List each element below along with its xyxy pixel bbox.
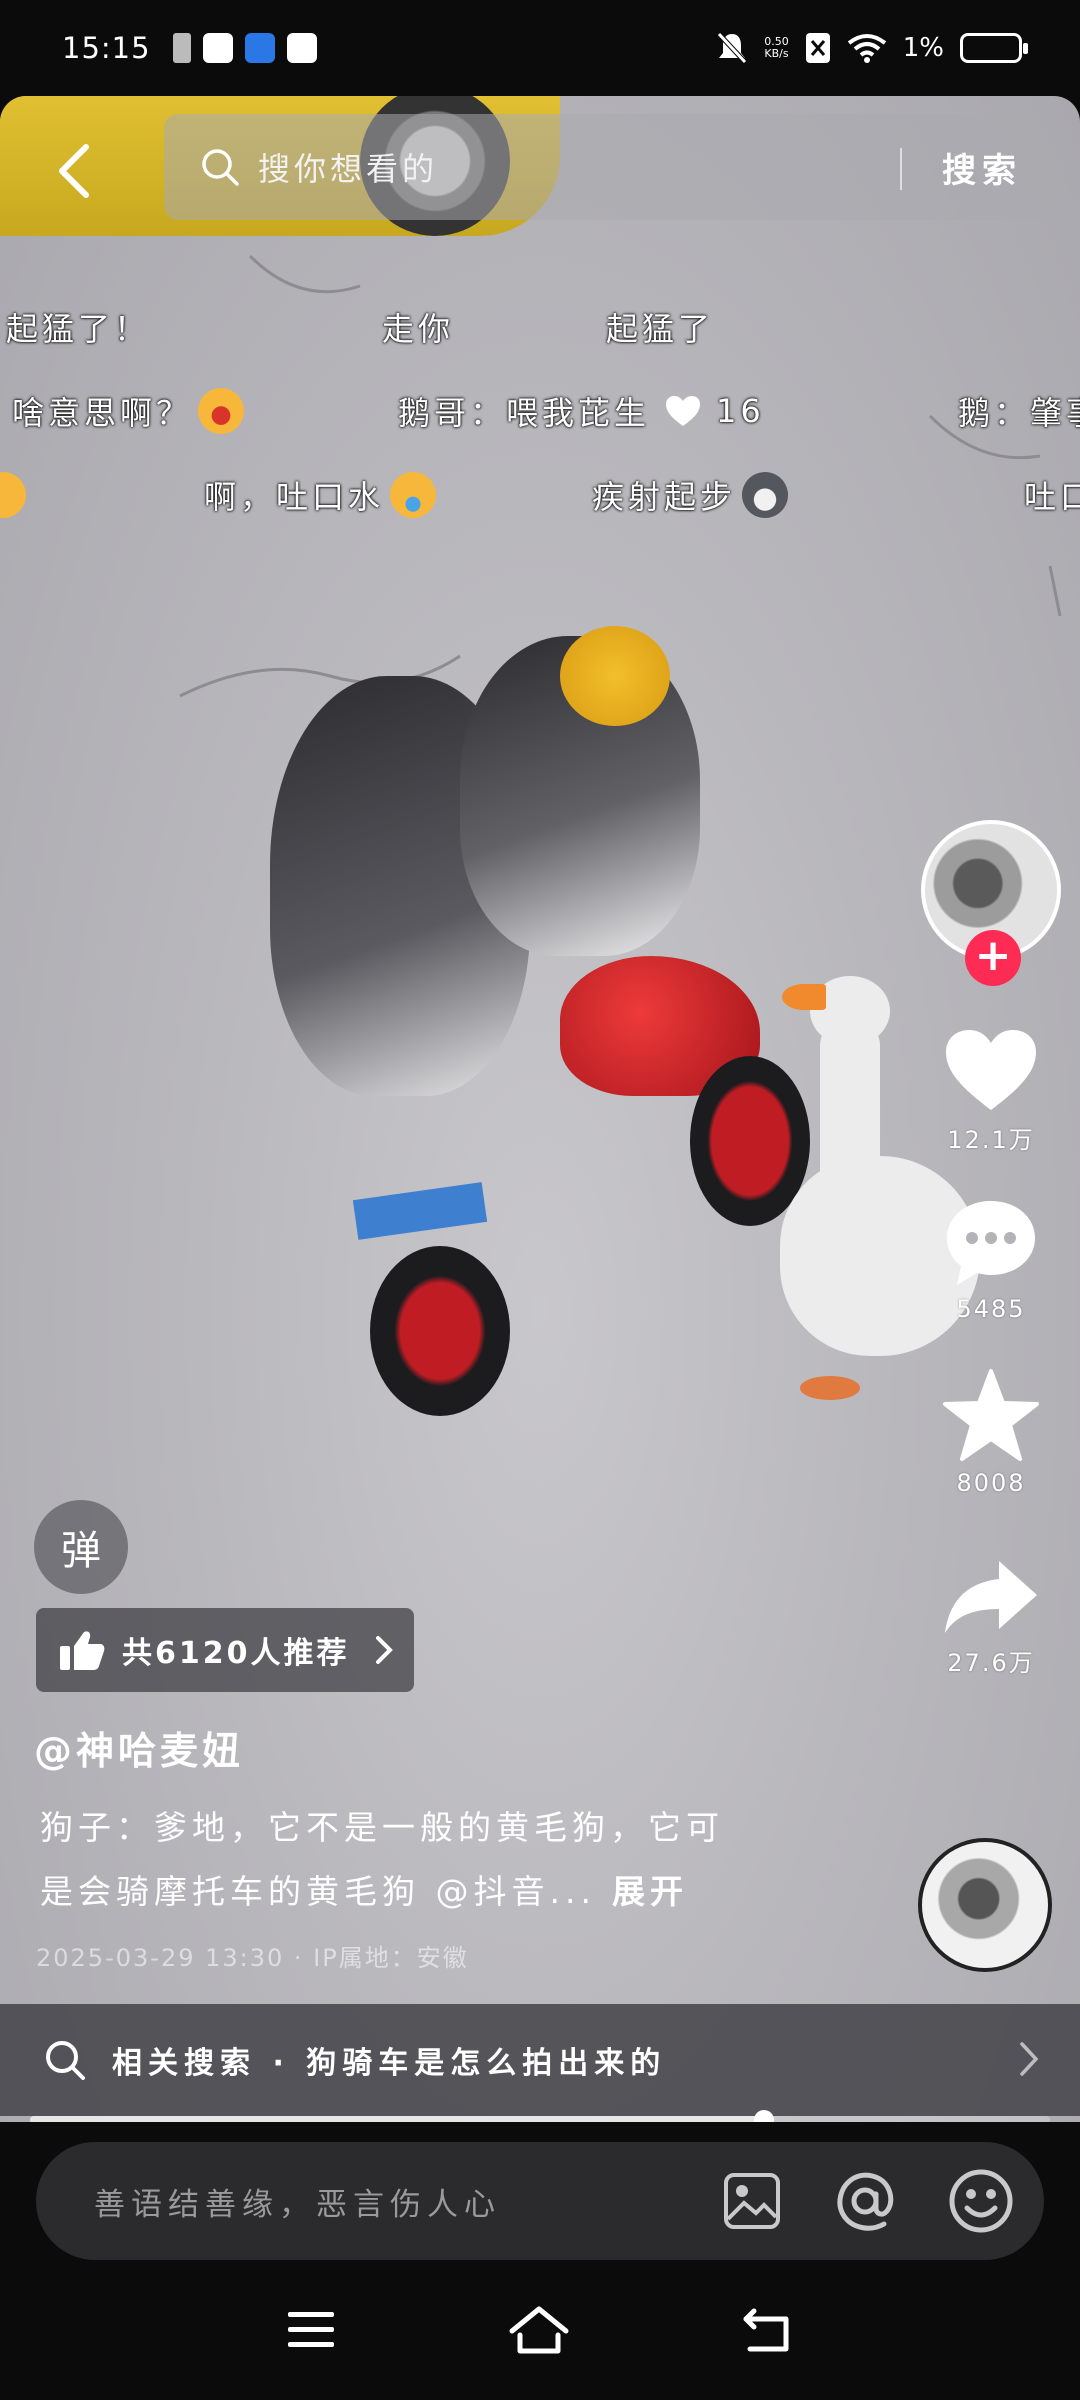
back-icon [59,144,89,198]
action-rail: + 12.1万 5485 8008 27.6万 [916,820,1066,1678]
battery-percent: 1% [902,33,944,63]
notification-icons [172,33,317,63]
danmaku-toggle-label: 弹 [61,1528,101,1574]
battery-icon [960,33,1028,63]
danmaku-item: 鹅：肇事 [958,388,1080,434]
danmaku-item: 吐口 [1024,472,1080,518]
comment-placeholder: 善语结善缘，恶言伤人心 [94,2186,501,2223]
status-time: 15:15 [62,31,151,65]
heart-icon [666,396,701,426]
favorite-count: 8008 [956,1469,1026,1497]
thumb-up-icon [60,1631,105,1670]
search-icon [46,2041,85,2080]
chevron-right-icon [1020,2042,1039,2076]
comment-tools [722,2142,1014,2260]
emoji-icon[interactable] [948,2168,1014,2234]
danmaku-item: 走你 [382,304,454,350]
search-divider [900,148,902,190]
danmaku-text: 疾射起步 [592,478,737,516]
menu-icon[interactable] [286,2310,336,2350]
like-count: 12.1万 [947,1126,1035,1154]
danmaku-text: 啥意思啊？ [12,394,193,432]
message-icon [286,33,317,63]
video-app-icon [202,33,233,63]
danmaku-item: 起猛了 [606,304,714,350]
heart-icon [946,1030,1036,1110]
emoji-icon [0,472,26,518]
search-placeholder: 搜你想看的 [258,150,439,188]
net-speed-unit: KB/s [764,47,789,60]
search-input[interactable]: 搜你想看的 搜索 [164,114,1060,220]
danmaku-item: 起猛了！ [6,304,150,350]
share-icon [945,1561,1037,1633]
wig [560,626,670,726]
recommend-pill[interactable]: 共6120人推荐 [36,1608,414,1692]
share-button[interactable]: 27.6万 [941,1557,1041,1678]
comment-button[interactable]: 5485 [943,1197,1039,1323]
comment-icon [947,1201,1035,1285]
chevron-right-icon [376,1636,393,1664]
wifi-icon [847,34,886,63]
comment-input[interactable]: 善语结善缘，恶言伤人心 [36,2142,1044,2260]
goose-beak [782,984,826,1010]
danmaku-item: 疾射起步 [592,472,789,518]
husky-emoji-icon [742,472,789,518]
like-button[interactable]: 12.1万 [942,1026,1040,1155]
description-line: 是会骑摩托车的黄毛狗 @抖音... 展开 [40,1860,800,1924]
star-icon [943,1369,1039,1461]
danmaku-item: 啊，吐口水 [204,472,437,518]
status-right: 0.50 KB/s 1% [716,31,1028,65]
danmaku-item: 啥意思啊？ [12,388,245,434]
danmaku-text: 起猛了 [606,310,715,348]
related-search-text: 相关搜索 · 狗骑车是怎么拍出来的 [112,2046,667,2081]
back-nav-icon[interactable] [742,2307,794,2353]
search-icon [202,149,239,186]
video-description: 狗子：爹地，它不是一般的黄毛狗，它可 是会骑摩托车的黄毛狗 @抖音... 展开 [40,1796,800,1924]
related-search-bar[interactable]: 相关搜索 · 狗骑车是怎么拍出来的 [0,2004,1080,2116]
at-icon[interactable] [832,2168,898,2234]
author-name[interactable]: @神哈麦妞 [34,1720,244,1775]
crying-laugh-emoji-icon [390,472,437,518]
description-line: 狗子：爹地，它不是一般的黄毛狗，它可 [40,1808,724,1847]
motorcycle-scene [260,616,820,1416]
danmaku-text: 鹅哥：喂我芘生 [398,394,651,432]
mute-icon [717,32,748,64]
blue-seat [352,1182,488,1240]
status-bar: 15:15 0.50 KB/s 1% [0,0,1080,96]
share-count: 27.6万 [947,1649,1035,1677]
video-player[interactable]: 搜你想看的 搜索 起猛了！ 走你 起猛了 啥意思啊？ 鹅哥：喂我芘生 16 鹅：… [0,96,1080,2122]
image-icon[interactable] [722,2171,782,2231]
rear-wheel [370,1246,510,1416]
back-button[interactable] [24,121,124,221]
video-progress-bar[interactable] [30,2110,1050,2122]
expand-button[interactable]: 展开 [612,1872,688,1911]
description-line-text: 是会骑摩托车的黄毛狗 @抖音... [40,1872,596,1911]
system-nav-bar [0,2260,1080,2400]
laughing-emoji-icon [198,388,245,434]
danmaku-text: 鹅：肇事 [958,394,1080,432]
danmaku-text: 啊，吐口水 [204,478,385,516]
danmaku-item: 鹅哥：喂我芘生 16 [398,388,765,434]
danmaku-text: 走你 [382,310,455,348]
author-avatar-wrap[interactable]: + [921,820,1061,986]
follow-button[interactable]: + [965,930,1021,986]
search-button[interactable]: 搜索 [942,114,1022,220]
home-icon[interactable] [508,2305,570,2355]
danmaku-text: 起猛了！ [6,310,151,348]
danmaku-like-count: 16 [716,392,765,430]
danmaku-item [0,472,26,518]
progress-fill [30,2116,765,2122]
app-notification-icon [244,33,275,63]
recommend-text: 共6120人推荐 [122,1636,350,1671]
no-sim-icon [805,33,830,63]
danmaku-text: 吐口 [1024,478,1080,516]
music-disc[interactable] [918,1838,1052,1972]
post-meta: 2025-03-29 13:30 · IP属地：安徽 [36,1944,469,1972]
sim-icon [172,33,191,63]
danmaku-toggle-button[interactable]: 弹 [34,1500,128,1594]
favorite-button[interactable]: 8008 [941,1367,1041,1497]
comment-count: 5485 [956,1295,1026,1323]
net-speed: 0.50 KB/s [764,36,789,60]
goose-foot [800,1376,860,1400]
